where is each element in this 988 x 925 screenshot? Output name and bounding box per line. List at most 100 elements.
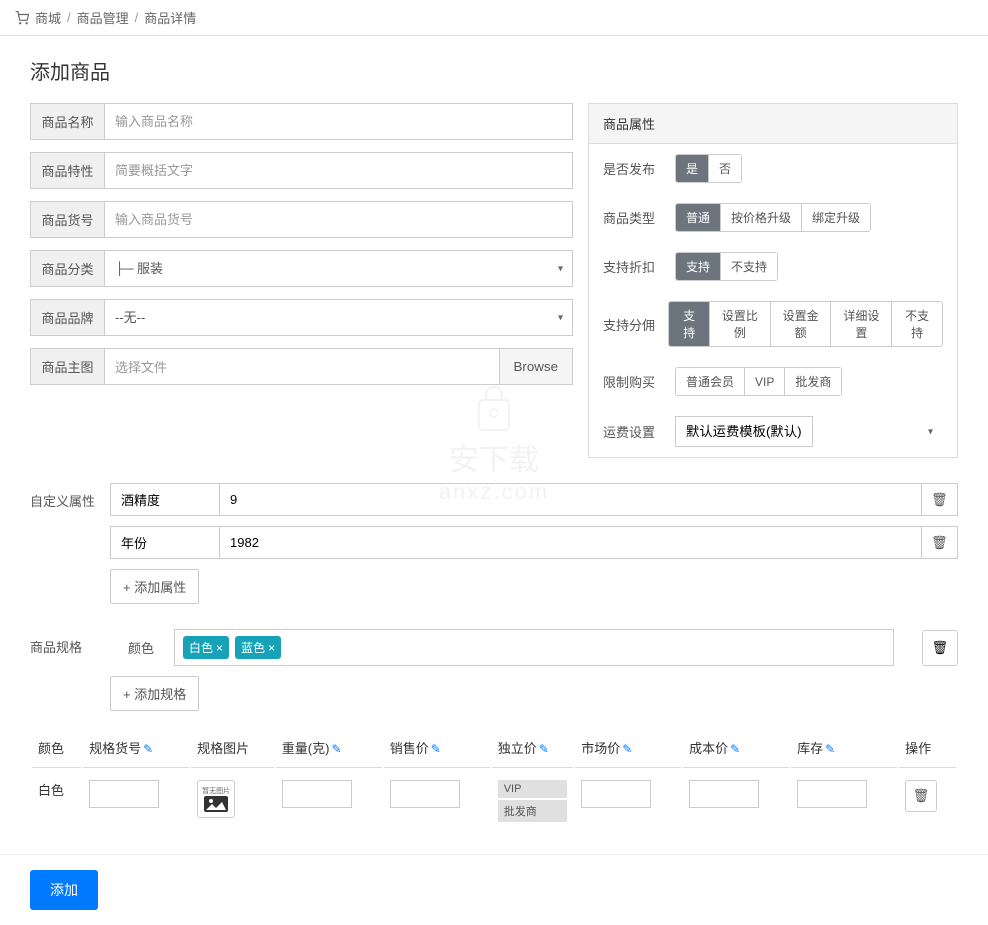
edit-icon[interactable]: ✎ (730, 742, 740, 756)
sku-label: 商品货号 (30, 201, 105, 238)
trash-icon: 🗑 (931, 535, 948, 550)
cell-stock-input[interactable] (797, 780, 867, 808)
spec-tag-white: 白色× (183, 636, 229, 659)
edit-icon[interactable]: ✎ (431, 742, 441, 756)
cell-price-input[interactable] (390, 780, 460, 808)
name-input[interactable] (105, 103, 573, 140)
col-action: 操作 (899, 728, 956, 768)
trash-icon: 🗑 (931, 492, 948, 507)
image-label: 商品主图 (30, 348, 105, 385)
delete-spec-button[interactable]: 🗑 (922, 630, 958, 666)
feature-label: 商品特性 (30, 152, 105, 189)
custom-key-1[interactable] (110, 526, 220, 559)
type-bind[interactable]: 绑定升级 (802, 204, 870, 231)
commission-amount[interactable]: 设置金额 (771, 302, 832, 346)
publish-group: 是 否 (675, 154, 742, 183)
limit-vip[interactable]: VIP (745, 368, 785, 395)
custom-attr-row: 🗑 (110, 483, 958, 516)
publish-no[interactable]: 否 (709, 155, 741, 182)
limit-group: 普通会员 VIP 批发商 (675, 367, 842, 396)
custom-val-0[interactable] (220, 483, 922, 516)
edit-icon[interactable]: ✎ (825, 742, 835, 756)
sku-input[interactable] (105, 201, 573, 238)
feature-input[interactable] (105, 152, 573, 189)
attrs-header: 商品属性 (589, 104, 957, 144)
page-title: 添加商品 (30, 56, 958, 85)
browse-button[interactable]: Browse (500, 348, 573, 385)
type-label: 商品类型 (603, 208, 663, 227)
edit-icon[interactable]: ✎ (143, 742, 153, 756)
edit-icon[interactable]: ✎ (331, 742, 341, 756)
commission-detail[interactable]: 详细设置 (831, 302, 892, 346)
spec-tag-blue: 蓝色× (235, 636, 281, 659)
commission-group: 支持 设置比例 设置金额 详细设置 不支持 (668, 301, 943, 347)
shipping-label: 运费设置 (603, 422, 663, 441)
add-spec-button[interactable]: + 添加规格 (110, 676, 199, 711)
col-stock: 库存✎ (791, 728, 897, 768)
commission-label: 支持分佣 (603, 315, 656, 334)
spec-label: 商品规格 (30, 629, 110, 656)
col-sku: 规格货号✎ (83, 728, 189, 768)
type-normal[interactable]: 普通 (676, 204, 721, 231)
col-weight: 重量(克)✎ (276, 728, 382, 768)
category-select[interactable]: ├─ 服装 (105, 250, 573, 287)
limit-wholesale[interactable]: 批发商 (785, 368, 841, 395)
spec-table: 颜色 规格货号✎ 规格图片 重量(克)✎ 销售价✎ 独立价✎ 市场价✎ 成本价✎… (30, 726, 958, 834)
shipping-select[interactable]: 默认运费模板(默认) (675, 416, 813, 447)
col-indep: 独立价✎ (492, 728, 574, 768)
commission-no[interactable]: 不支持 (892, 302, 942, 346)
commission-ratio[interactable]: 设置比例 (710, 302, 771, 346)
vip-tag[interactable]: VIP (498, 780, 568, 798)
cell-cost-input[interactable] (689, 780, 759, 808)
custom-attr-row: 🗑 (110, 526, 958, 559)
custom-attr-label: 自定义属性 (30, 483, 110, 510)
brand-label: 商品品牌 (30, 299, 105, 336)
discount-yes[interactable]: 支持 (676, 253, 721, 280)
cell-color: 白色 (32, 770, 81, 832)
edit-icon[interactable]: ✎ (622, 742, 632, 756)
delete-attr-1[interactable]: 🗑 (922, 526, 958, 559)
col-color: 颜色 (32, 728, 81, 768)
close-icon[interactable]: × (216, 641, 223, 655)
cell-sku-input[interactable] (89, 780, 159, 808)
wholesale-tag[interactable]: 批发商 (498, 800, 568, 822)
category-label: 商品分类 (30, 250, 105, 287)
custom-key-0[interactable] (110, 483, 220, 516)
close-icon[interactable]: × (268, 641, 275, 655)
spec-name: 颜色 (128, 638, 154, 657)
col-img: 规格图片 (191, 728, 274, 768)
custom-val-1[interactable] (220, 526, 922, 559)
publish-label: 是否发布 (603, 159, 663, 178)
cart-icon (15, 11, 29, 25)
type-group: 普通 按价格升级 绑定升级 (675, 203, 871, 232)
brand-select[interactable]: --无-- (105, 299, 573, 336)
col-price: 销售价✎ (384, 728, 490, 768)
add-attr-button[interactable]: + 添加属性 (110, 569, 199, 604)
commission-support[interactable]: 支持 (669, 302, 710, 346)
col-cost: 成本价✎ (683, 728, 789, 768)
table-row: 白色 暂无图片 VIP 批发商 (32, 770, 956, 832)
name-label: 商品名称 (30, 103, 105, 140)
delete-row-button[interactable]: 🗑 (905, 780, 937, 812)
edit-icon[interactable]: ✎ (539, 742, 549, 756)
trash-icon: 🗑 (932, 640, 949, 655)
image-placeholder[interactable]: 暂无图片 (197, 780, 235, 818)
discount-group: 支持 不支持 (675, 252, 778, 281)
breadcrumb-mid[interactable]: 商品管理 (77, 8, 129, 27)
limit-label: 限制购买 (603, 372, 663, 391)
spec-tag-box[interactable]: 白色× 蓝色× (174, 629, 894, 666)
delete-attr-0[interactable]: 🗑 (922, 483, 958, 516)
type-price[interactable]: 按价格升级 (721, 204, 802, 231)
breadcrumb-root[interactable]: 商城 (35, 8, 61, 27)
breadcrumb-leaf: 商品详情 (144, 8, 196, 27)
col-market: 市场价✎ (575, 728, 681, 768)
breadcrumb: 商城 / 商品管理 / 商品详情 (0, 0, 988, 36)
cell-weight-input[interactable] (282, 780, 352, 808)
file-text: 选择文件 (105, 348, 500, 385)
limit-normal[interactable]: 普通会员 (676, 368, 745, 395)
discount-no[interactable]: 不支持 (721, 253, 777, 280)
publish-yes[interactable]: 是 (676, 155, 709, 182)
cell-market-input[interactable] (581, 780, 651, 808)
submit-button[interactable]: 添加 (30, 870, 98, 910)
discount-label: 支持折扣 (603, 257, 663, 276)
